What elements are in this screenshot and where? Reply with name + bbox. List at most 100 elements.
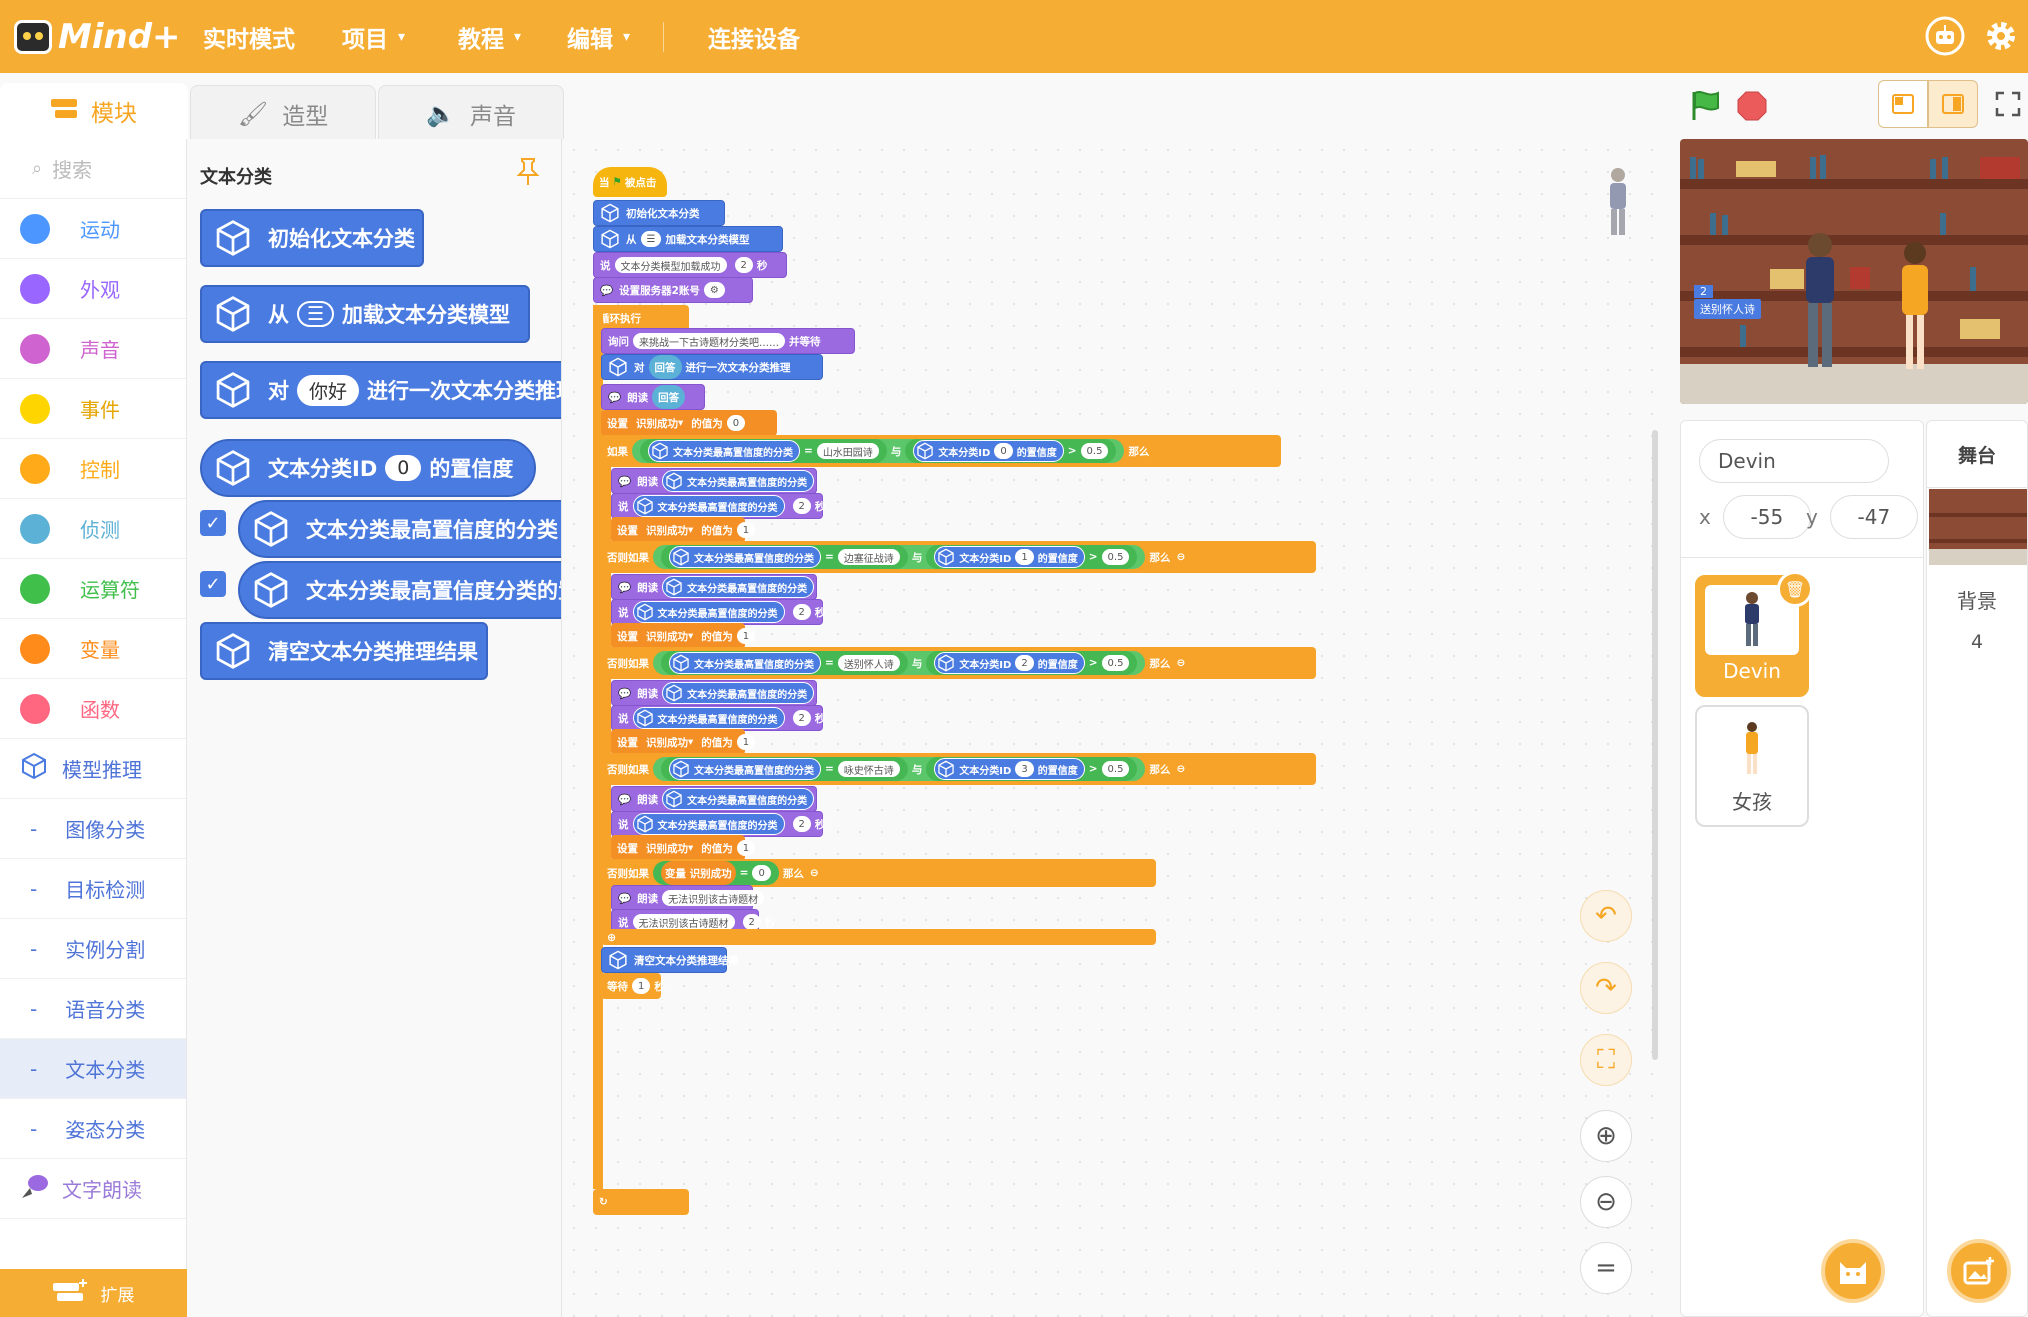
category-item[interactable]: 控制 [0,439,186,499]
variable-dropdown[interactable]: 识别成功 ▾ [632,411,688,435]
text-input[interactable]: 0.5 [1101,761,1130,777]
wait-block[interactable]: 等待 1 秒 [601,973,665,999]
text-input[interactable]: 2 [1015,655,1034,671]
subcategory-item[interactable]: - 目标检测 [0,859,186,919]
sprite-name-field[interactable]: Devin [1699,439,1889,483]
equals-operator[interactable]: 文本分类最高置信度的分类 = 边塞征战诗 [661,545,908,569]
answer-reporter[interactable]: 回答 [652,385,686,409]
palette-block-clear[interactable]: 清空文本分类推理结果 [200,622,488,680]
text-input[interactable]: 无法识别该古诗题材 [662,890,765,906]
text-input[interactable]: 1 [1015,549,1034,565]
reporter-top-class[interactable]: 文本分类最高置信度的分类 [632,813,785,835]
text-input[interactable]: 3 [1015,761,1034,777]
if-block[interactable]: 如果 文本分类最高置信度的分类 = 山水田园诗与文本分类ID 0 的置信度 >0.5 那么 [601,435,1281,467]
set-variable-block[interactable]: 设置 识别成功 ▾ 的值为 1 [611,517,756,543]
remove-branch-icon[interactable]: ⊖ [810,867,819,879]
remove-branch-icon[interactable]: ⊖ [1176,763,1185,775]
text-input[interactable]: 2 [734,257,753,273]
text-input[interactable]: 0.5 [1101,655,1130,671]
speak-fail-block[interactable]: 💬 朗读 无法识别该古诗题材 [611,885,765,911]
tab-blocks[interactable]: 模块 [0,83,188,139]
palette-block-load-model[interactable]: 从 ☰ 加载文本分类模型 [200,285,530,343]
y-input[interactable]: -47 [1829,495,1918,539]
and-operator[interactable]: 文本分类最高置信度的分类 = 送别怀人诗与文本分类ID 2 的置信度 >0.5 [653,651,1146,675]
palette-block-init[interactable]: 初始化文本分类 [200,209,424,267]
zoom-out-button[interactable]: ⊖ [1580,1176,1632,1228]
category-model-inference[interactable]: 模型推理 [0,739,186,799]
variable-dropdown[interactable]: 识别成功 ▾ [642,836,698,860]
add-sprite-button[interactable] [1821,1239,1885,1303]
text-input[interactable]: 咏史怀古诗 [837,761,900,777]
subcategory-item[interactable]: - 语音分类 [0,979,186,1039]
text-input[interactable]: 0 [994,443,1013,459]
reporter-top-class[interactable]: 文本分类最高置信度的分类 [662,576,815,598]
search-input[interactable]: ⌕ 搜索 [0,139,186,199]
script-workspace[interactable]: 当 ⚑ 被点击 初始化文本分类从 ☰ 加载文本分类模型说文本分类模型加载成功 2 秒 💬 设置服务… [563,139,1663,1317]
set-server-block[interactable]: 💬 设置服务器2账号 ⚙ [593,277,753,303]
crop-button[interactable]: ⛶ [1580,1034,1632,1086]
reporter-top-class[interactable]: 文本分类最高置信度的分类 [632,495,785,517]
menu-connect-device[interactable]: 连接设备 [708,0,800,73]
when-flag-clicked-block[interactable]: 当 ⚑ 被点击 [593,167,667,197]
tab-costumes[interactable]: 🖌 造型 [190,85,376,141]
and-operator[interactable]: 文本分类最高置信度的分类 = 咏史怀古诗与文本分类ID 3 的置信度 >0.5 [653,757,1146,781]
say-top-class-block[interactable]: 说 文本分类最高置信度的分类 2 秒 [611,599,825,625]
category-item[interactable]: 变量 [0,619,186,679]
menu-project[interactable]: 项目 ▾ [342,0,405,73]
list-icon[interactable]: ☰ [640,231,662,247]
undo-button[interactable]: ↶ [1580,890,1632,942]
greater-than-operator[interactable]: 文本分类ID 1 的置信度 >0.5 [926,545,1138,569]
text-input[interactable]: 1 [736,734,756,750]
say-top-class-block[interactable]: 说 文本分类最高置信度的分类 2 秒 [611,811,825,837]
palette-reporter-top-class[interactable]: 文本分类最高置信度的分类 [238,500,561,558]
reporter-top-class[interactable]: 文本分类最高置信度的分类 [662,788,815,810]
sprite-tile-devin[interactable]: Devin 🗑 [1695,571,1813,697]
text-input[interactable]: 山水田园诗 [816,443,879,459]
category-text-to-speech[interactable]: 文字朗读 [0,1159,186,1219]
reporter-top-class[interactable]: 文本分类最高置信度的分类 [632,707,785,729]
list-icon[interactable]: ☰ [297,301,335,327]
equals-operator[interactable]: 变量 识别成功 = 0 [653,861,779,885]
variable-dropdown[interactable]: 识别成功 ▾ [642,730,698,754]
text-input[interactable]: 2 [792,498,811,514]
reporter-top-class[interactable]: 文本分类最高置信度的分类 [662,470,815,492]
remove-branch-icon[interactable]: ⊖ [1176,657,1185,669]
speak-top-class-block[interactable]: 💬 朗读 文本分类最高置信度的分类 [611,468,817,494]
menu-tutorial[interactable]: 教程 ▾ [458,0,521,73]
variable-dropdown[interactable]: 识别成功 ▾ [642,518,698,542]
x-input[interactable]: -55 [1722,495,1811,539]
reporter-confidence-by-id[interactable]: 文本分类ID 3 的置信度 [934,758,1085,780]
speak-top-class-block[interactable]: 💬 朗读 文本分类最高置信度的分类 [611,680,817,706]
add-branch-icon[interactable]: ⊕ [607,931,616,944]
speak-top-class-block[interactable]: 💬 朗读 文本分类最高置信度的分类 [611,786,817,812]
text-input[interactable]: 0 [726,415,746,431]
text-input[interactable]: 送别怀人诗 [837,655,900,671]
if-block-end[interactable]: ⊕ [601,929,1156,945]
reporter-top-class[interactable]: 文本分类最高置信度的分类 [648,440,800,462]
set-variable-block[interactable]: 设置 识别成功 ▾ 的值为 0 [601,410,777,436]
menu-edit[interactable]: 编辑 ▾ [567,0,630,73]
text-input[interactable]: 0.5 [1080,443,1109,459]
zoom-reset-button[interactable]: = [1580,1242,1632,1294]
category-item[interactable]: 外观 [0,259,186,319]
reporter-top-class[interactable]: 文本分类最高置信度的分类 [669,758,821,780]
variable-reporter[interactable]: 变量 识别成功 [661,861,736,885]
text-input[interactable]: 0.5 [1101,549,1130,565]
checkbox[interactable]: ✓ [200,510,226,536]
text-input[interactable]: 1 [632,978,651,994]
text-input[interactable]: 边塞征战诗 [837,549,900,565]
category-item[interactable]: 声音 [0,319,186,379]
palette-block-infer[interactable]: 对 你好 进行一次文本分类推理 [200,361,561,419]
and-operator[interactable]: 文本分类最高置信度的分类 = 边塞征战诗与文本分类ID 1 的置信度 >0.5 [653,545,1146,569]
category-item[interactable]: 运算符 [0,559,186,619]
menu-realtime-mode[interactable]: 实时模式 [203,0,295,73]
redo-button[interactable]: ↷ [1580,962,1632,1014]
number-input[interactable]: 0 [385,455,422,481]
say-top-class-block[interactable]: 说 文本分类最高置信度的分类 2 秒 [611,705,825,731]
large-stage-button[interactable] [1928,80,1978,128]
reporter-confidence-by-id[interactable]: 文本分类ID 2 的置信度 [934,652,1085,674]
load-model-block[interactable]: 从 ☰ 加载文本分类模型 [593,226,783,252]
palette-reporter-confidence-by-id[interactable]: 文本分类ID 0 的置信度 [200,439,536,497]
small-stage-button[interactable] [1878,80,1928,128]
subcategory-item[interactable]: - 姿态分类 [0,1099,186,1159]
